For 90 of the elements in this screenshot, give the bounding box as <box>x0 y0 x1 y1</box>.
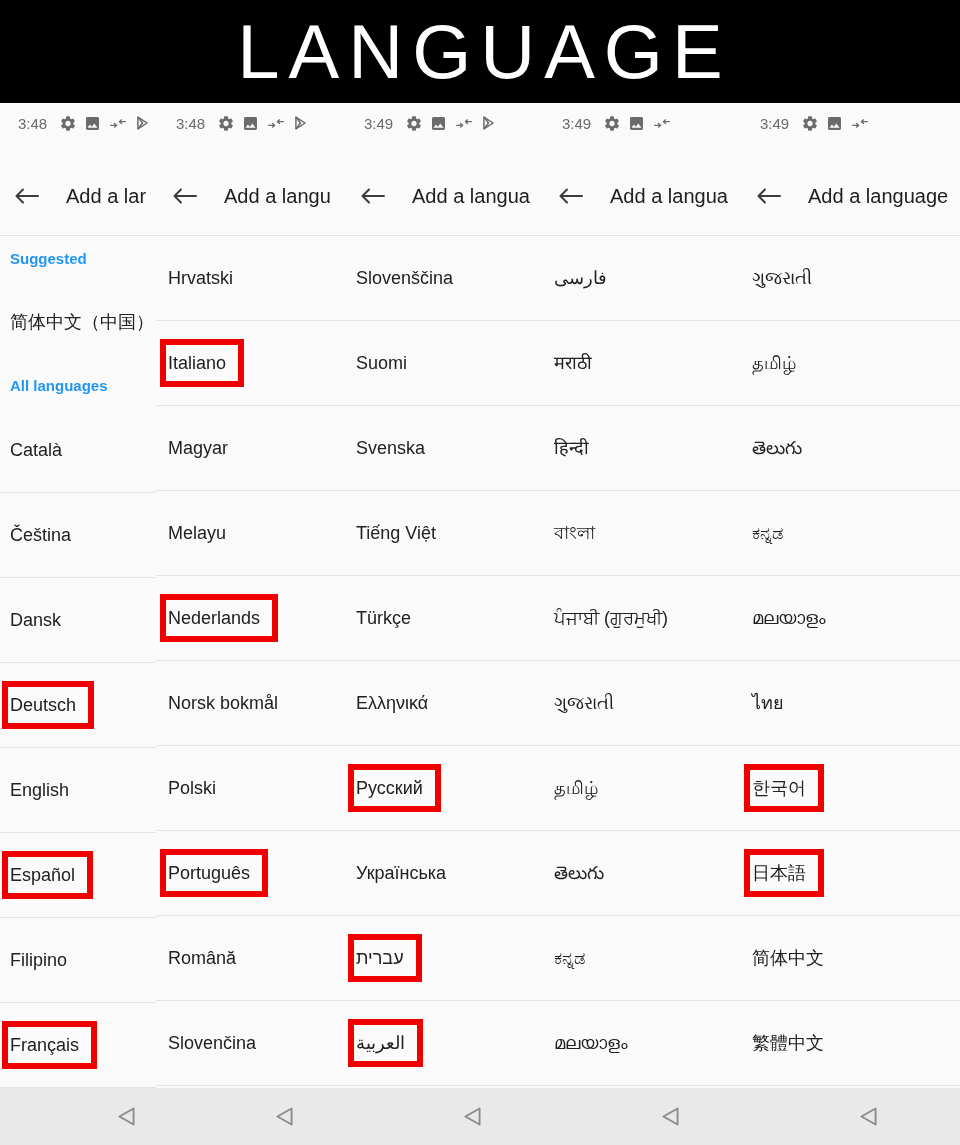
language-item[interactable]: ગુજરાતી <box>554 692 614 714</box>
inward-arrows-icon <box>268 118 285 128</box>
back-triangle-icon[interactable] <box>464 1107 481 1126</box>
language-item[interactable]: فارسی <box>554 267 607 289</box>
screen-title: Add a langua <box>610 186 728 206</box>
language-item[interactable]: ગુજરાતી <box>752 267 812 289</box>
screen-title: Add a langu <box>224 186 331 206</box>
settings-icon <box>407 115 422 131</box>
language-item[interactable]: Slovenčina <box>168 1032 257 1054</box>
language-item[interactable]: ไทย <box>752 692 784 714</box>
language-item[interactable]: ಕನ್ನಡ <box>554 947 585 969</box>
back-arrow-icon[interactable] <box>757 188 781 204</box>
language-item[interactable]: Italiano <box>168 352 227 374</box>
back-triangle-icon[interactable] <box>860 1107 877 1126</box>
language-item[interactable]: Filipino <box>10 949 68 971</box>
language-item[interactable]: English <box>10 779 70 801</box>
language-item[interactable]: Türkçe <box>356 607 411 629</box>
banner-title: LANGUAGE <box>237 13 732 90</box>
language-item[interactable]: Suomi <box>356 352 408 374</box>
language-item[interactable]: 繁體中文 <box>752 1032 824 1054</box>
language-item[interactable]: Norsk bokmål <box>168 692 279 714</box>
language-item[interactable]: Hrvatski <box>168 267 233 289</box>
play-triangle-icon <box>483 116 495 130</box>
language-item[interactable]: தமிழ் <box>752 352 796 374</box>
language-item[interactable]: తెలుగు <box>554 862 604 884</box>
back-triangle-icon[interactable] <box>276 1107 293 1126</box>
language-item[interactable]: ಕನ್ನಡ <box>752 522 783 544</box>
language-item[interactable]: Română <box>168 947 237 969</box>
back-arrow-icon[interactable] <box>15 188 39 204</box>
language-item[interactable]: 한국어 <box>752 777 806 799</box>
settings-icon <box>61 115 76 131</box>
language-item[interactable]: Русский <box>356 777 423 799</box>
language-item[interactable]: Español <box>10 864 76 886</box>
section-header: All languages <box>10 375 108 396</box>
status-time: 3:49 <box>760 115 790 131</box>
screen-title: Add a langua <box>412 186 530 206</box>
screen-title: Add a language <box>808 186 949 206</box>
language-item[interactable]: Svenska <box>356 437 426 459</box>
image-icon <box>86 116 100 130</box>
language-item[interactable]: বাংলা <box>554 522 595 544</box>
inward-arrows-icon <box>456 118 473 128</box>
language-item[interactable]: Čeština <box>10 524 72 546</box>
play-triangle-icon <box>295 116 307 130</box>
image-icon <box>432 116 446 130</box>
status-time: 3:49 <box>562 115 592 131</box>
language-item[interactable]: മലയാളം <box>752 607 826 629</box>
language-item[interactable]: Ελληνικά <box>356 692 429 714</box>
image-icon <box>630 116 644 130</box>
language-item[interactable]: Polski <box>168 777 216 799</box>
language-item[interactable]: 日本語 <box>752 862 806 884</box>
back-triangle-icon[interactable] <box>118 1107 135 1126</box>
inward-arrows-icon <box>110 118 127 128</box>
language-item[interactable]: 简体中文（中国） <box>10 311 154 333</box>
language-item[interactable]: 简体中文 <box>752 947 824 969</box>
language-item[interactable]: Français <box>10 1034 80 1056</box>
status-time: 3:48 <box>18 115 48 131</box>
language-item[interactable]: मराठी <box>554 352 592 374</box>
back-arrow-icon[interactable] <box>559 188 583 204</box>
language-item[interactable]: Melayu <box>168 522 227 544</box>
language-item[interactable]: Dansk <box>10 609 62 631</box>
settings-icon <box>219 115 234 131</box>
status-time: 3:48 <box>176 115 206 131</box>
language-item[interactable]: Українська <box>356 862 447 884</box>
language-item[interactable]: Nederlands <box>168 607 261 629</box>
language-item[interactable]: മലയാളം <box>554 1032 628 1054</box>
status-time: 3:49 <box>364 115 394 131</box>
language-item[interactable]: العربية <box>356 1032 405 1054</box>
back-arrow-icon[interactable] <box>173 188 197 204</box>
section-header: Suggested <box>10 248 87 269</box>
language-item[interactable]: Magyar <box>168 437 229 459</box>
play-triangle-icon <box>137 116 149 130</box>
language-item[interactable]: Català <box>10 439 63 461</box>
language-item[interactable]: Tiếng Việt <box>356 522 437 544</box>
inward-arrows-icon <box>852 118 869 128</box>
back-arrow-icon[interactable] <box>361 188 385 204</box>
inward-arrows-icon <box>654 118 671 128</box>
language-item[interactable]: Português <box>168 862 251 884</box>
language-item[interactable]: Slovenščina <box>356 267 454 289</box>
language-item[interactable]: Deutsch <box>10 694 77 716</box>
language-item[interactable]: తెలుగు <box>752 437 802 459</box>
language-item[interactable]: हिन्दी <box>554 437 589 459</box>
settings-icon <box>803 115 818 131</box>
language-item[interactable]: ਪੰਜਾਬੀ (ਗੁਰਮੁਖੀ) <box>554 607 668 629</box>
back-triangle-icon[interactable] <box>662 1107 679 1126</box>
settings-icon <box>605 115 620 131</box>
language-item[interactable]: தமிழ் <box>554 777 598 799</box>
screen-title: Add a lar <box>66 186 147 206</box>
image-icon <box>244 116 258 130</box>
language-item[interactable]: עברית <box>356 947 404 969</box>
image-icon <box>828 116 842 130</box>
